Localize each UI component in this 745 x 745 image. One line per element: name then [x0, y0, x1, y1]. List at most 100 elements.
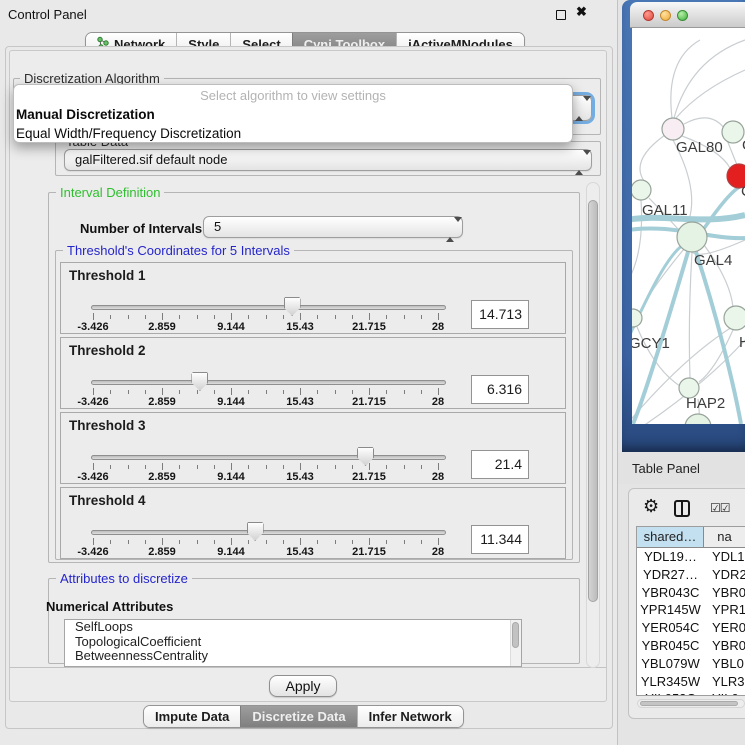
tab-infer-network[interactable]: Infer Network: [357, 706, 463, 727]
control-panel: Control Panel ✖ NetworkStyleSelectCyni T…: [0, 0, 618, 745]
tick-mark: [386, 465, 387, 469]
table-cell[interactable]: YBR043C: [637, 584, 704, 602]
node-table[interactable]: shared…na YDL19…YDL1YDR27…YDR2YBR043CYBR…: [636, 526, 745, 696]
column-header-shared-[interactable]: shared…: [637, 527, 704, 547]
threshold-panel: Threshold 2 -3.4262.8599.14415.4321.7152…: [60, 337, 566, 409]
apply-button[interactable]: Apply: [269, 675, 337, 697]
table-cell[interactable]: YER054C: [637, 619, 704, 637]
network-canvas[interactable]: GAL80GGAL11CGAL4GCY1HHAP2: [632, 28, 745, 424]
table-cell[interactable]: YDR27…: [637, 566, 704, 584]
checkbox-icons[interactable]: ☑☑: [710, 501, 730, 515]
table-cell[interactable]: YER0: [704, 619, 745, 637]
close-traffic-light-icon[interactable]: [643, 10, 654, 21]
table-hscrollbar-thumb[interactable]: [640, 701, 738, 706]
numerical-attributes-list[interactable]: SelfLoopsTopologicalCoefficientBetweenne…: [64, 619, 522, 667]
number-of-intervals-combo[interactable]: 5: [203, 216, 463, 238]
table-data-combo[interactable]: galFiltered.sif default node: [64, 149, 592, 171]
gear-icon[interactable]: ⚙: [643, 496, 659, 517]
network-node[interactable]: [722, 121, 744, 143]
table-row[interactable]: YBR043CYBR0: [637, 584, 745, 602]
table-panel-strip: Table Panel: [618, 453, 745, 484]
close-icon[interactable]: ✖: [576, 4, 587, 20]
attribute-item-topologicalcoefficient[interactable]: TopologicalCoefficient: [65, 635, 521, 650]
threshold-value-field[interactable]: 21.4: [471, 450, 529, 479]
table-cell[interactable]: YIL0: [704, 690, 745, 696]
table-cell[interactable]: YBR0: [704, 637, 745, 655]
table-row[interactable]: YPR145WYPR1: [637, 601, 745, 619]
list-scrollbar[interactable]: [510, 620, 521, 666]
threshold-value-field[interactable]: 14.713: [471, 300, 529, 329]
table-row[interactable]: YBL079WYBL0: [637, 655, 745, 673]
table-cell[interactable]: YBR045C: [637, 637, 704, 655]
table-body: YDL19…YDL1YDR27…YDR2YBR043CYBR0YPR145WYP…: [637, 548, 745, 696]
table-row[interactable]: YBR045CYBR0: [637, 637, 745, 655]
network-node[interactable]: [632, 180, 651, 200]
minimize-traffic-light-icon[interactable]: [660, 10, 671, 21]
tick-label: 28: [432, 546, 444, 558]
tab-impute-data[interactable]: Impute Data: [144, 706, 240, 727]
tick-mark: [300, 463, 301, 470]
tick-label: 21.715: [352, 546, 386, 558]
algorithm-option-equal-width-frequency-discretization[interactable]: Equal Width/Frequency Discretization: [14, 124, 572, 143]
attribute-items: SelfLoopsTopologicalCoefficientBetweenne…: [65, 620, 521, 664]
tick-mark: [317, 390, 318, 394]
tick-mark: [438, 313, 439, 320]
table-cell[interactable]: YIL052C: [637, 690, 704, 696]
tick-mark: [317, 540, 318, 544]
table-cell[interactable]: YLR3: [704, 673, 745, 691]
list-scrollbar-thumb[interactable]: [512, 622, 519, 648]
tick-mark: [266, 390, 267, 394]
tick-mark: [179, 315, 180, 319]
algorithm-option-manual-discretization[interactable]: Manual Discretization: [14, 105, 572, 124]
table-cell[interactable]: YDL1: [704, 548, 745, 566]
table-row[interactable]: YIL052CYIL0: [637, 690, 745, 696]
tick-mark: [145, 540, 146, 544]
attribute-item-betweennesscentrality[interactable]: BetweennessCentrality: [65, 649, 521, 664]
tick-mark: [128, 540, 129, 544]
panel-scrollbar-thumb[interactable]: [588, 200, 598, 602]
attribute-item-selfloops[interactable]: SelfLoops: [65, 620, 521, 635]
table-row[interactable]: YDR27…YDR2: [637, 566, 745, 584]
network-node[interactable]: [677, 222, 707, 252]
tick-mark: [231, 313, 232, 320]
tick-mark: [317, 465, 318, 469]
table-cell[interactable]: YDL19…: [637, 548, 704, 566]
tick-label: 21.715: [352, 471, 386, 483]
network-node[interactable]: [662, 118, 684, 140]
tick-mark: [352, 465, 353, 469]
table-cell[interactable]: YPR145W: [637, 601, 704, 619]
node-label-c: C: [741, 183, 745, 200]
network-window-titlebar[interactable]: [630, 2, 745, 28]
tick-mark: [335, 540, 336, 544]
table-cell[interactable]: YBR0: [704, 584, 745, 602]
column-header-na[interactable]: na: [704, 527, 745, 547]
table-row[interactable]: YDL19…YDL1: [637, 548, 745, 566]
threshold-value-field[interactable]: 6.316: [471, 375, 529, 404]
threshold-value-field[interactable]: 11.344: [471, 525, 529, 554]
tick-mark: [197, 390, 198, 394]
tab-discretize-data[interactable]: Discretize Data: [240, 706, 356, 727]
tick-mark: [386, 390, 387, 394]
node-label-hap2: HAP2: [686, 395, 725, 412]
table-cell[interactable]: YPR1: [704, 601, 745, 619]
table-cell[interactable]: YBL079W: [637, 655, 704, 673]
network-node[interactable]: [724, 306, 745, 330]
tab-label: Discretize Data: [252, 709, 345, 724]
table-cell[interactable]: YBL0: [704, 655, 745, 673]
tick-mark: [248, 390, 249, 394]
table-hscrollbar[interactable]: [637, 699, 745, 708]
zoom-traffic-light-icon[interactable]: [677, 10, 688, 21]
tick-mark: [369, 388, 370, 395]
tick-mark: [162, 538, 163, 545]
network-graph: GAL80GGAL11CGAL4GCY1HHAP2: [632, 28, 745, 424]
node-label-gal11: GAL11: [642, 202, 688, 219]
tick-mark: [93, 313, 94, 320]
column-browser-icon[interactable]: [674, 500, 690, 517]
table-row[interactable]: YER054CYER0: [637, 619, 745, 637]
table-cell[interactable]: YLR345W: [637, 673, 704, 691]
table-cell[interactable]: YDR2: [704, 566, 745, 584]
network-node[interactable]: [685, 414, 711, 424]
tick-label: 28: [432, 471, 444, 483]
float-window-icon[interactable]: [556, 10, 566, 20]
table-row[interactable]: YLR345WYLR3: [637, 673, 745, 691]
